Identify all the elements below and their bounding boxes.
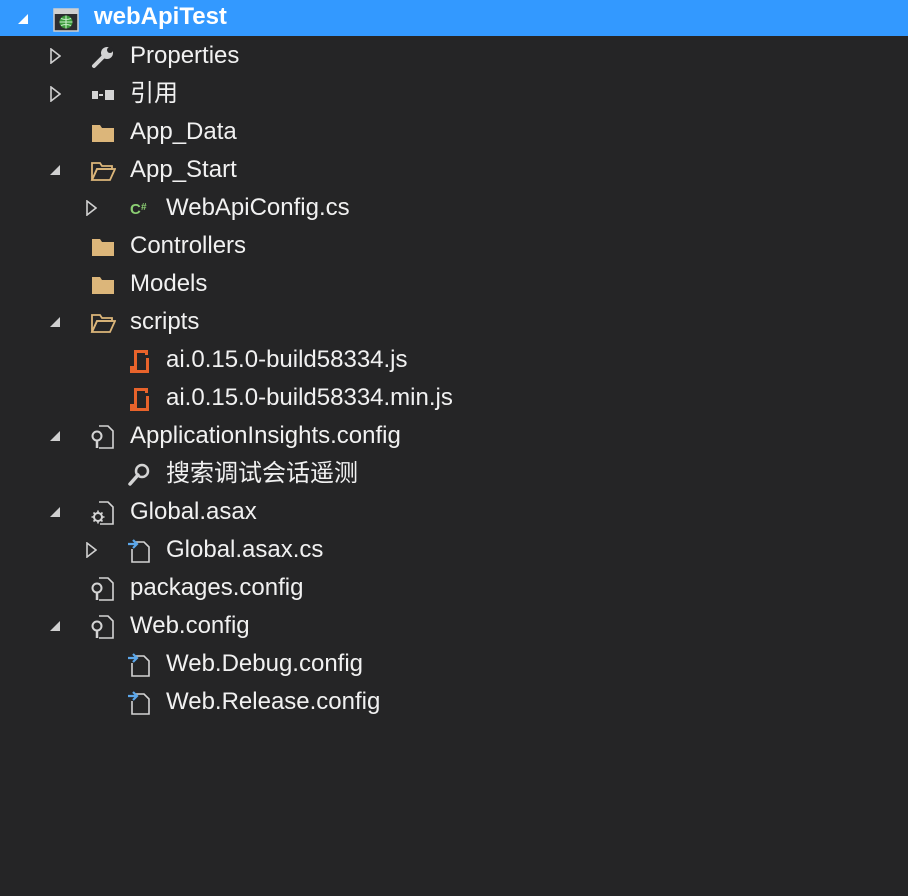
folder-open-icon: [89, 158, 117, 184]
config-file-icon: [89, 576, 117, 602]
transform-file-icon: [125, 690, 153, 716]
tree-item-label: 搜索调试会话遥测: [166, 460, 358, 487]
project-name-label: webApiTest: [94, 3, 227, 30]
asax-file-icon: [89, 500, 117, 526]
expanded-arrow-icon[interactable]: [44, 425, 66, 447]
wrench-icon: [89, 44, 117, 70]
tree-item-label: App_Start: [130, 156, 237, 183]
expanded-arrow-icon[interactable]: [44, 615, 66, 637]
tree-item-webapiconfig[interactable]: C # WebApiConfig.cs: [0, 189, 908, 227]
tree-item-label: Web.config: [130, 612, 250, 639]
config-file-icon: [89, 614, 117, 640]
tree-item-app-data[interactable]: App_Data: [0, 113, 908, 151]
collapsed-arrow-icon[interactable]: [80, 539, 102, 561]
tree-item-references[interactable]: 引用: [0, 75, 908, 113]
tree-item-label: packages.config: [130, 574, 304, 601]
tree-item-global-asax[interactable]: Global.asax: [0, 493, 908, 531]
csharp-file-icon: C #: [125, 196, 153, 222]
tree-item-project[interactable]: webApiTest: [0, 0, 908, 36]
config-file-icon: [89, 424, 117, 450]
tree-item-label: ai.0.15.0-build58334.min.js: [166, 384, 453, 411]
tree-item-label: Web.Debug.config: [166, 650, 364, 677]
search-icon: [125, 462, 153, 488]
expanded-arrow-icon[interactable]: [44, 501, 66, 523]
tree-item-web-config[interactable]: Web.config: [0, 607, 908, 645]
transform-file-icon: [125, 652, 153, 678]
tree-item-packages-config[interactable]: packages.config: [0, 569, 908, 607]
collapsed-arrow-icon[interactable]: [44, 83, 66, 105]
tree-item-label: Global.asax: [130, 498, 257, 525]
expanded-arrow-icon[interactable]: [44, 159, 66, 181]
tree-item-scripts[interactable]: scripts: [0, 303, 908, 341]
tree-item-ai-js[interactable]: ai.0.15.0-build58334.js: [0, 341, 908, 379]
expanded-arrow-icon[interactable]: [12, 8, 34, 30]
tree-item-web-release-config[interactable]: Web.Release.config: [0, 683, 908, 721]
references-icon: [89, 82, 117, 108]
collapsed-arrow-icon[interactable]: [80, 197, 102, 219]
tree-item-applicationinsights-config[interactable]: ApplicationInsights.config: [0, 417, 908, 455]
code-file-icon: [125, 538, 153, 564]
tree-item-label: WebApiConfig.cs: [166, 194, 350, 221]
tree-item-global-asax-cs[interactable]: Global.asax.cs: [0, 531, 908, 569]
tree-item-label: App_Data: [130, 118, 237, 145]
tree-item-label: Web.Release.config: [166, 688, 381, 715]
tree-item-label: scripts: [130, 308, 200, 335]
folder-icon: [89, 120, 117, 146]
tree-item-label: Properties: [130, 42, 240, 69]
folder-icon: [89, 234, 117, 260]
javascript-file-icon: [125, 348, 153, 374]
web-project-icon: [52, 7, 80, 33]
tree-item-models[interactable]: Models: [0, 265, 908, 303]
tree-item-label: Global.asax.cs: [166, 536, 324, 563]
tree-item-label: Models: [130, 270, 208, 297]
folder-icon: [89, 272, 117, 298]
javascript-file-icon: [125, 386, 153, 412]
tree-item-properties[interactable]: Properties: [0, 37, 908, 75]
folder-open-icon: [89, 310, 117, 336]
solution-explorer-tree: webApiTest Properties 引用 App_Data App_St…: [0, 0, 908, 896]
tree-item-label: 引用: [130, 80, 178, 107]
tree-item-web-debug-config[interactable]: Web.Debug.config: [0, 645, 908, 683]
tree-item-ai-min-js[interactable]: ai.0.15.0-build58334.min.js: [0, 379, 908, 417]
tree-item-label: ApplicationInsights.config: [130, 422, 401, 449]
tree-item-controllers[interactable]: Controllers: [0, 227, 908, 265]
expanded-arrow-icon[interactable]: [44, 311, 66, 333]
tree-item-search-telemetry[interactable]: 搜索调试会话遥测: [0, 455, 908, 493]
svg-text:#: #: [141, 202, 147, 213]
tree-item-app-start[interactable]: App_Start: [0, 151, 908, 189]
collapsed-arrow-icon[interactable]: [44, 45, 66, 67]
svg-text:C: C: [130, 201, 141, 218]
tree-item-label: Controllers: [130, 232, 247, 259]
tree-item-label: ai.0.15.0-build58334.js: [166, 346, 408, 373]
